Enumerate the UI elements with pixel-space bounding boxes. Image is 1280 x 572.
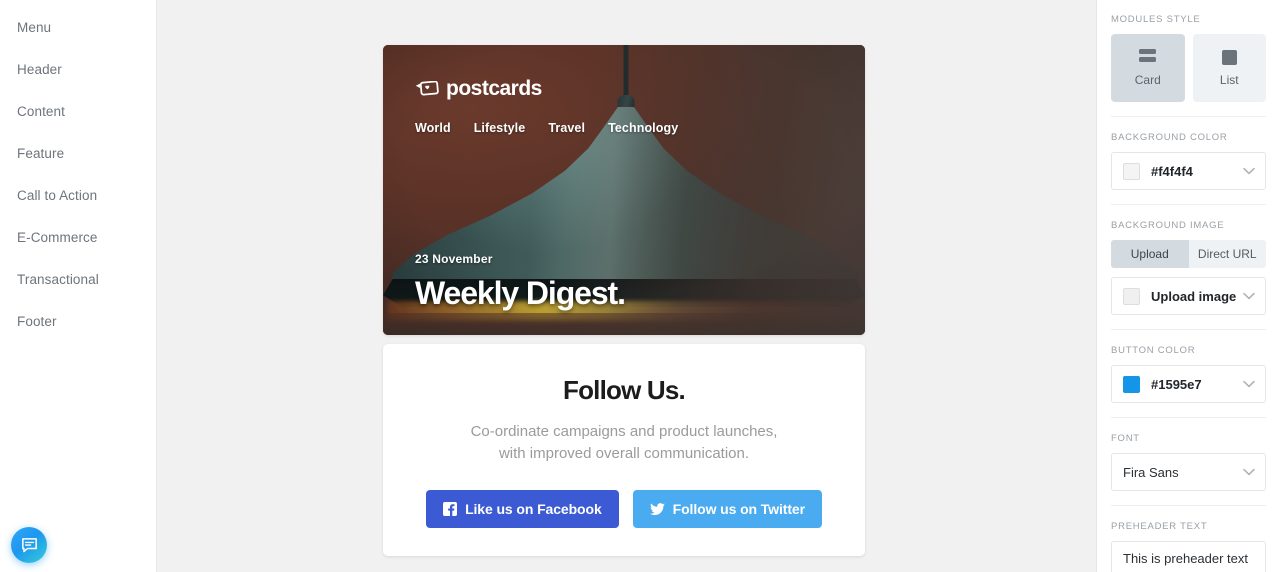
hero-nav-item-technology[interactable]: Technology xyxy=(608,121,678,135)
sidebar-item-e-commerce[interactable]: E-Commerce xyxy=(0,216,156,258)
follow-us-module[interactable]: Follow Us. Co-ordinate campaigns and pro… xyxy=(383,344,865,556)
list-layout-icon xyxy=(1221,49,1237,65)
email-template: postcards World Lifestyle Travel Technol… xyxy=(383,45,865,556)
sidebar-item-call-to-action[interactable]: Call to Action xyxy=(0,174,156,216)
chevron-down-icon xyxy=(1243,468,1255,476)
modules-style-option-list[interactable]: List xyxy=(1192,34,1266,102)
button-color-picker[interactable]: #1595e7 xyxy=(1111,365,1266,403)
brand-logo[interactable]: postcards xyxy=(415,77,833,101)
preheader-text-label: Preheader Text xyxy=(1111,521,1208,532)
hero-nav-item-world[interactable]: World xyxy=(415,121,451,135)
twitter-button[interactable]: Follow us on Twitter xyxy=(632,490,822,529)
facebook-button[interactable]: Like us on Facebook xyxy=(426,490,619,529)
button-color-section: Button Color #1595e7 xyxy=(1111,330,1266,418)
follow-us-subtitle: Co-ordinate campaigns and product launch… xyxy=(470,423,778,463)
font-value: Fira Sans xyxy=(1123,464,1179,480)
preheader-text-section: Preheader Text This is preheader text xyxy=(1111,506,1266,572)
postcard-envelope-icon xyxy=(415,80,439,95)
font-section: Font Fira Sans xyxy=(1111,418,1266,506)
font-label: Font xyxy=(1111,433,1140,444)
sidebar-item-label: Call to Action xyxy=(17,187,98,203)
chat-support-button[interactable] xyxy=(11,527,47,563)
button-color-swatch xyxy=(1123,375,1140,393)
background-color-swatch xyxy=(1123,162,1140,180)
background-color-section: Background Color #f4f4f4 xyxy=(1111,117,1266,205)
font-select[interactable]: Fira Sans xyxy=(1111,453,1266,491)
card-layout-icon xyxy=(1139,49,1157,65)
sidebar-item-header[interactable]: Header xyxy=(0,48,156,90)
button-color-value: #1595e7 xyxy=(1151,376,1202,392)
chat-bubble-icon xyxy=(21,537,37,552)
background-image-upload-field[interactable]: Upload image xyxy=(1111,277,1266,315)
facebook-button-label: Like us on Facebook xyxy=(465,501,602,518)
tab-upload[interactable]: Upload xyxy=(1111,240,1189,268)
modules-style-option-label: Card xyxy=(1134,73,1161,87)
settings-panel: Modules Style Card List Background Color… xyxy=(1096,0,1280,572)
brand-logo-text: postcards xyxy=(446,77,542,100)
hero-text-block: 23 November Weekly Digest. xyxy=(415,252,626,311)
chevron-down-icon xyxy=(1243,167,1255,175)
sidebar-item-transactional[interactable]: Transactional xyxy=(0,258,156,300)
sidebar-item-label: E-Commerce xyxy=(17,229,98,245)
chevron-down-icon xyxy=(1243,292,1255,300)
modules-style-options: Card List xyxy=(1111,34,1266,102)
background-color-value: #f4f4f4 xyxy=(1151,163,1193,179)
sidebar-item-label: Content xyxy=(17,103,65,119)
modules-style-option-card[interactable]: Card xyxy=(1111,34,1185,102)
sidebar-item-label: Transactional xyxy=(17,271,99,287)
tab-direct-url[interactable]: Direct URL xyxy=(1188,240,1266,268)
follow-us-title: Follow Us. xyxy=(562,375,686,405)
button-color-label: Button Color xyxy=(1111,345,1196,356)
email-preview-canvas: postcards World Lifestyle Travel Technol… xyxy=(157,0,1096,572)
modules-style-label: Modules Style xyxy=(1111,14,1201,25)
hero-title: Weekly Digest. xyxy=(415,275,626,311)
sidebar-item-label: Feature xyxy=(17,145,65,161)
sidebar-item-feature[interactable]: Feature xyxy=(0,132,156,174)
hero-date: 23 November xyxy=(415,252,493,266)
module-category-sidebar: Menu Header Content Feature Call to Acti… xyxy=(0,0,157,572)
hero-module[interactable]: postcards World Lifestyle Travel Technol… xyxy=(383,45,865,335)
modules-style-section: Modules Style Card List xyxy=(1111,0,1266,117)
sidebar-item-menu[interactable]: Menu xyxy=(0,6,156,48)
modules-style-option-label: List xyxy=(1219,72,1239,87)
sidebar-item-label: Footer xyxy=(17,313,57,329)
facebook-icon xyxy=(443,502,458,517)
background-image-thumbnail xyxy=(1123,287,1140,305)
chevron-down-icon xyxy=(1243,380,1255,388)
sidebar-item-footer[interactable]: Footer xyxy=(0,300,156,342)
hero-content: postcards World Lifestyle Travel Technol… xyxy=(383,45,865,335)
background-image-section: Background Image Upload Direct URL Uploa… xyxy=(1111,205,1266,330)
background-color-picker[interactable]: #f4f4f4 xyxy=(1111,152,1266,190)
twitter-icon xyxy=(649,502,665,515)
sidebar-item-label: Header xyxy=(17,61,62,77)
sidebar-item-label: Menu xyxy=(17,19,52,35)
hero-nav-item-travel[interactable]: Travel xyxy=(548,121,585,135)
preheader-text-input[interactable]: This is preheader text xyxy=(1111,541,1266,572)
sidebar-item-content[interactable]: Content xyxy=(0,90,156,132)
background-color-label: Background Color xyxy=(1111,132,1228,143)
twitter-button-label: Follow us on Twitter xyxy=(672,501,805,518)
background-image-label: Background Image xyxy=(1111,220,1225,231)
hero-nav-item-lifestyle[interactable]: Lifestyle xyxy=(474,121,526,135)
social-button-row: Like us on Facebook Follow us on Twitter xyxy=(383,490,865,529)
background-image-source-tabs: Upload Direct URL xyxy=(1111,240,1266,268)
hero-navigation: World Lifestyle Travel Technology xyxy=(415,121,833,135)
background-image-value: Upload image xyxy=(1151,288,1237,304)
app-root: Menu Header Content Feature Call to Acti… xyxy=(0,0,1280,572)
